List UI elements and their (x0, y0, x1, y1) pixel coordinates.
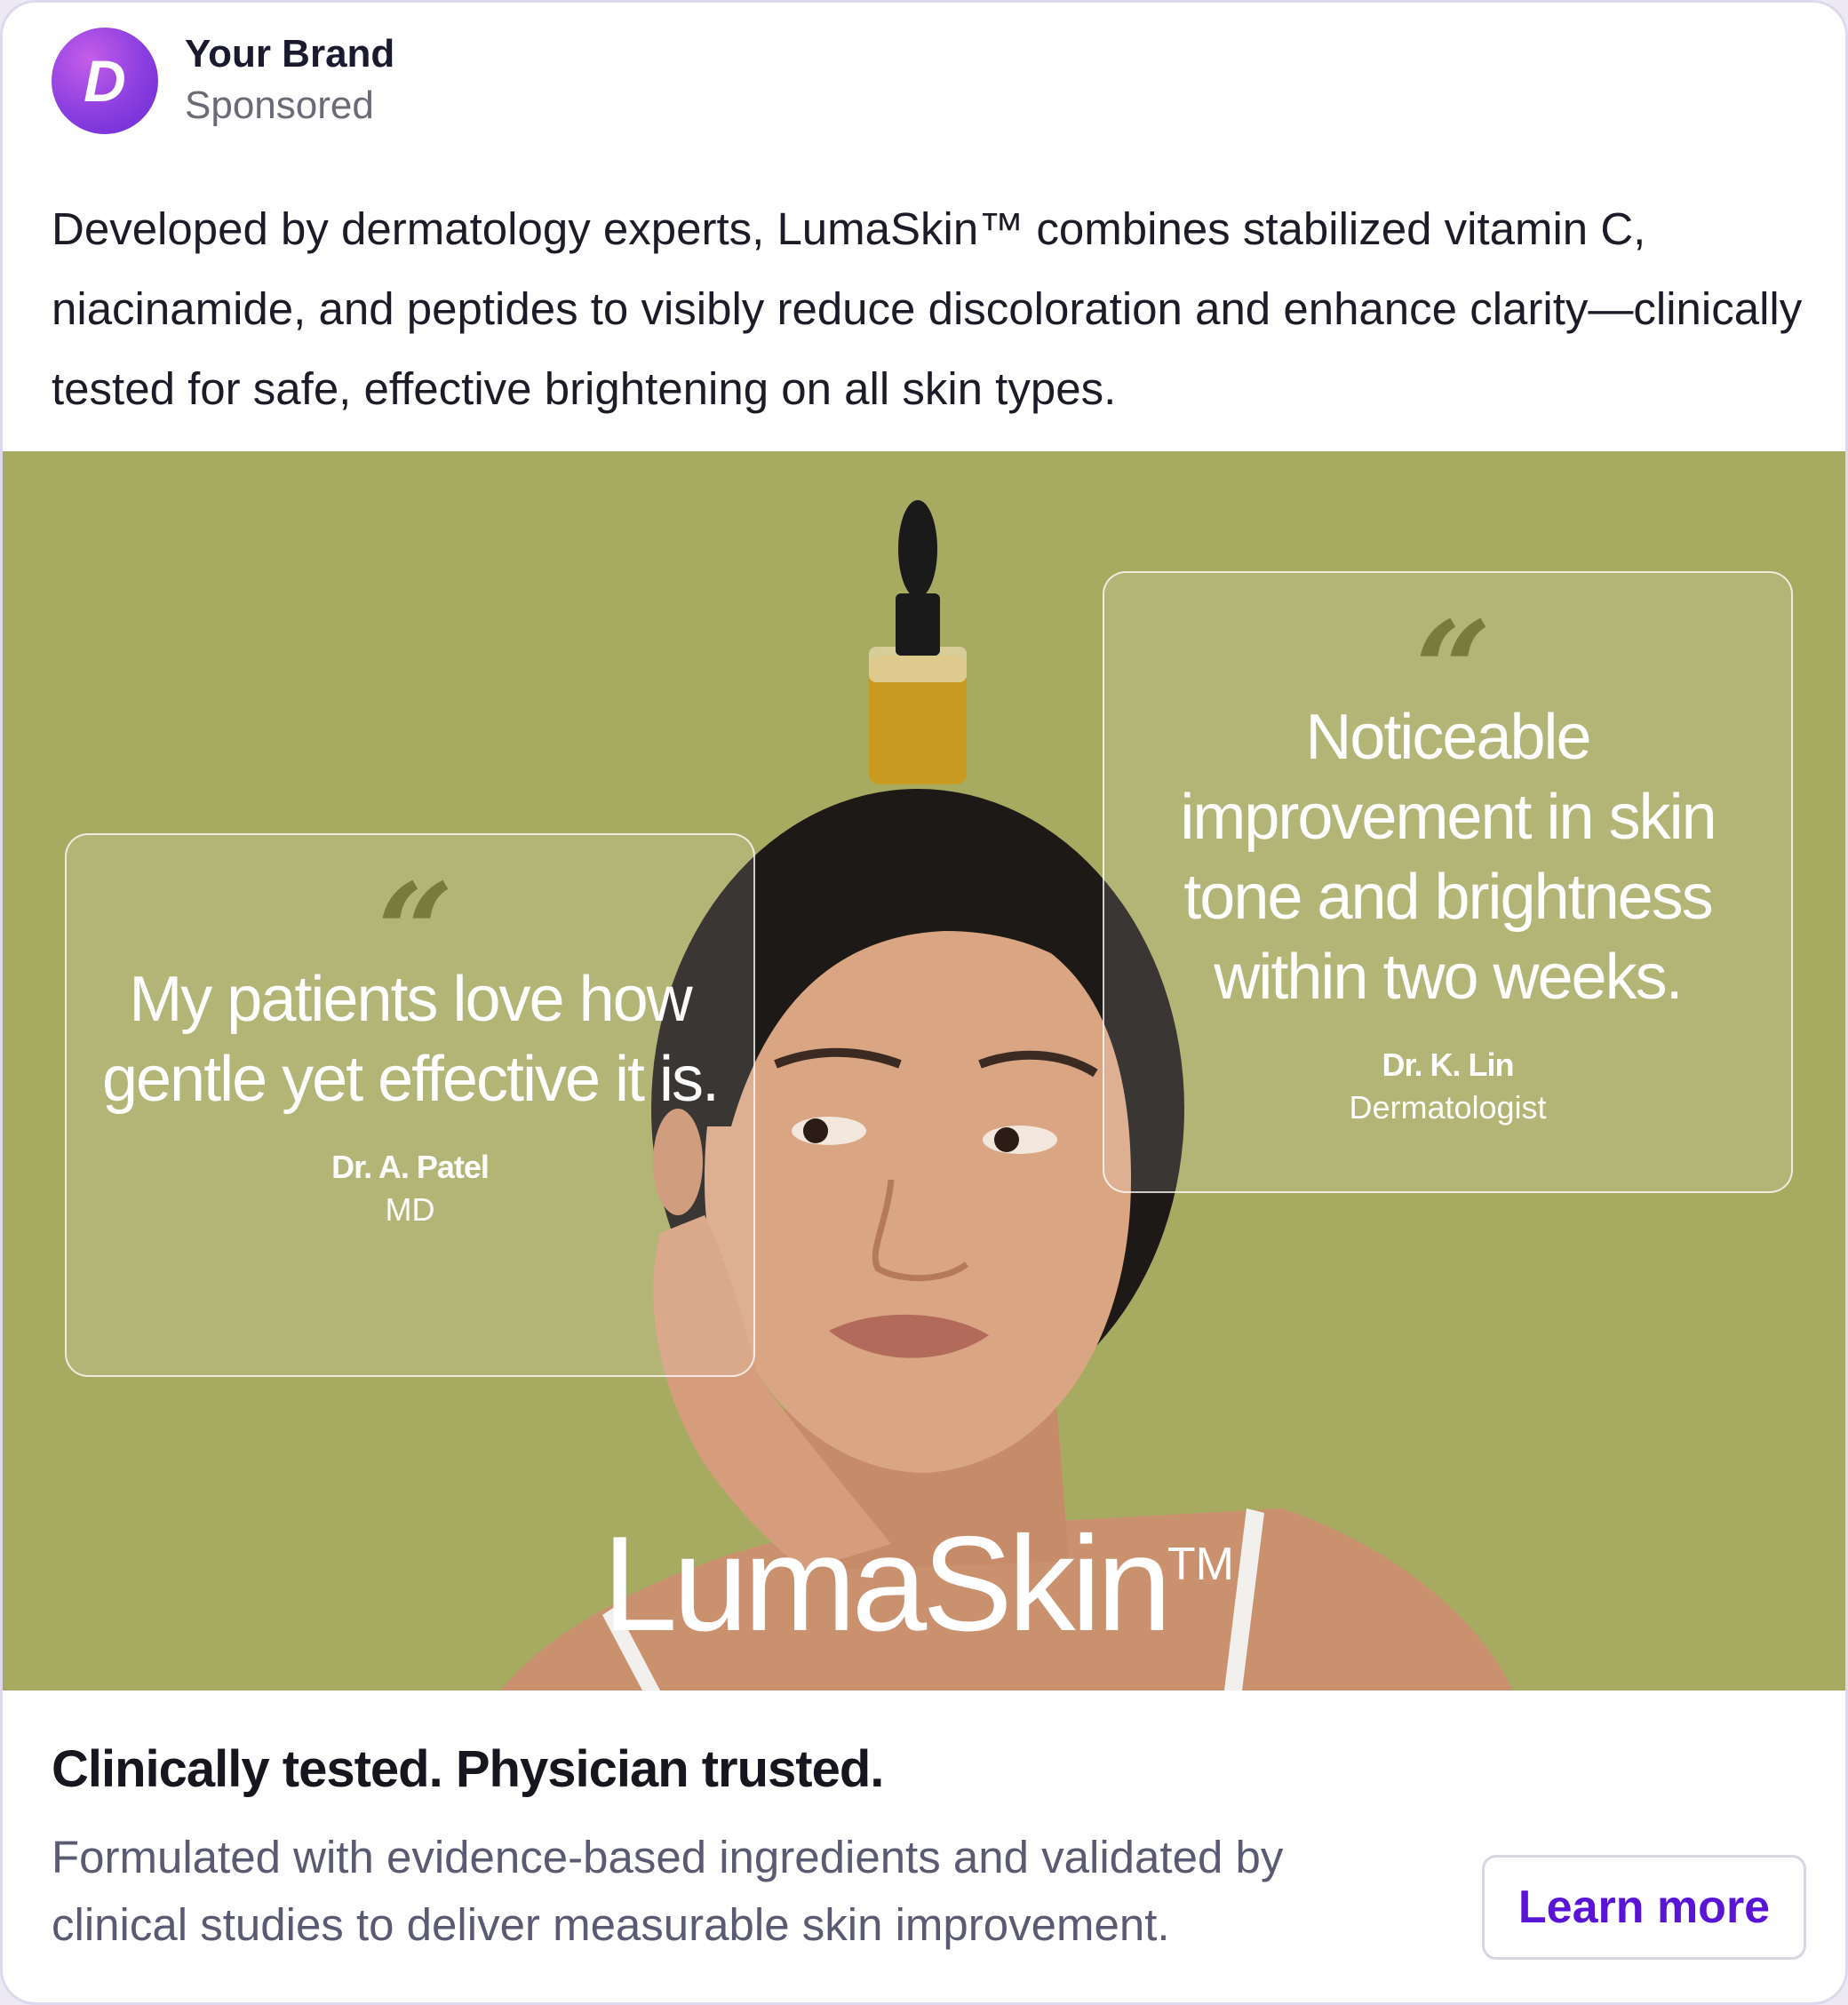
testimonial-card-patel: “ My patients love how gentle yet effect… (65, 833, 755, 1377)
ad-hero-image[interactable]: “ My patients love how gentle yet effect… (3, 451, 1845, 1691)
sponsored-post-card: D Your Brand Sponsored Developed by derm… (0, 0, 1848, 2005)
brand-avatar[interactable]: D (52, 27, 158, 134)
brand-meta: Your Brand Sponsored (185, 29, 394, 132)
logo-trademark: TM (1167, 1539, 1235, 1590)
quote-icon: “ (1414, 593, 1491, 749)
brand-name[interactable]: Your Brand (185, 29, 394, 79)
logo-text: LumaSkin (602, 1508, 1172, 1659)
learn-more-button[interactable]: Learn more (1482, 1855, 1806, 1960)
testimonial-role: Dermatologist (1349, 1089, 1547, 1126)
ad-description: Formulated with evidence-based ingredien… (52, 1832, 1284, 1950)
testimonial-role: MD (385, 1191, 435, 1228)
avatar-letter: D (84, 47, 126, 114)
testimonial-author: Dr. K. Lin (1382, 1046, 1514, 1083)
ad-headline: Clinically tested. Physician trusted. (52, 1740, 884, 1798)
post-header: D Your Brand Sponsored (52, 25, 394, 136)
testimonial-quote: Noticeable improvement in skin tone and … (1180, 702, 1717, 1013)
post-body-text: Developed by dermatology experts, LumaSk… (52, 203, 1803, 414)
sponsored-label: Sponsored (185, 83, 374, 127)
testimonial-quote: My patients love how gentle yet effectiv… (101, 964, 720, 1115)
lumaskin-logo: LumaSkinTM (602, 1513, 1234, 1655)
quote-icon: “ (377, 855, 453, 1011)
testimonial-card-lin: “ Noticeable improvement in skin tone an… (1103, 571, 1793, 1193)
testimonial-author: Dr. A. Patel (331, 1149, 490, 1185)
